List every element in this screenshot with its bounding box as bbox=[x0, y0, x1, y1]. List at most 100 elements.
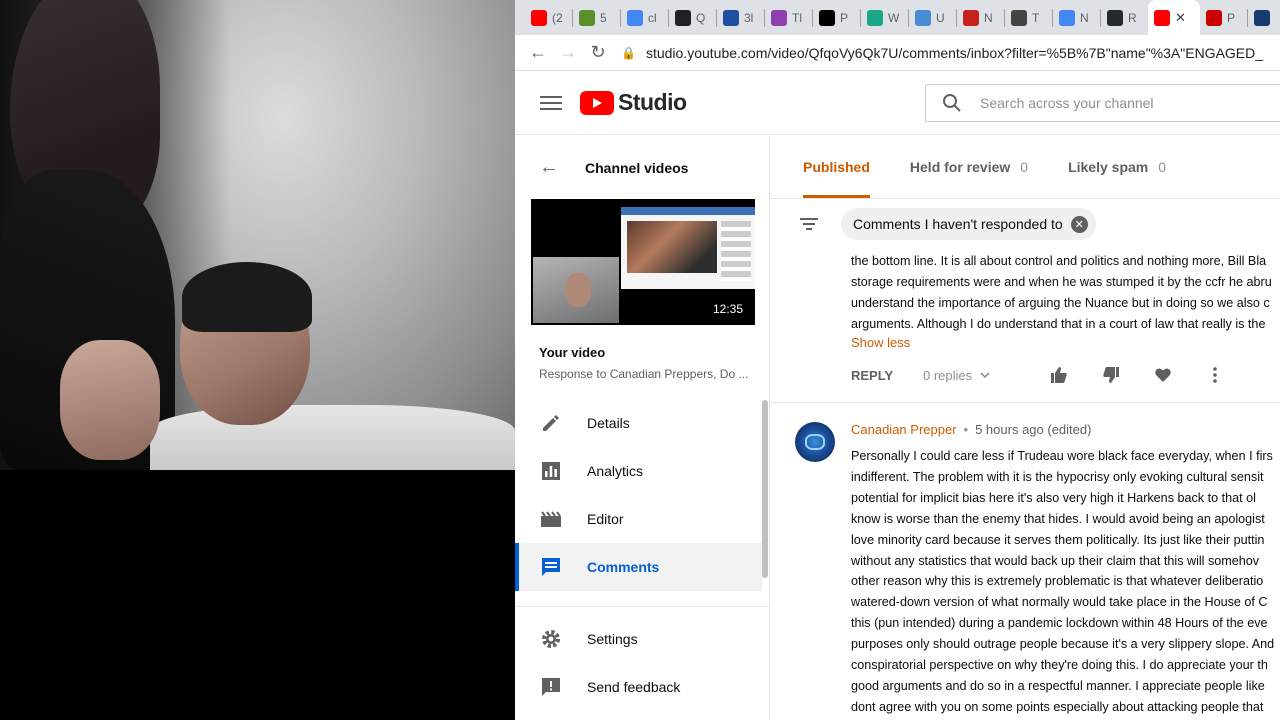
webcam-hand bbox=[60, 340, 160, 460]
sidebar-item-settings[interactable]: Settings bbox=[515, 615, 762, 663]
browser-window: (2 5 cl Q 3l Tl P W U N T N R ✕ P ← → ↻ 🔒 studio.youtu… bbox=[515, 0, 1280, 720]
browser-tab[interactable]: N bbox=[1053, 0, 1100, 35]
sidebar-item-analytics[interactable]: Analytics bbox=[515, 447, 762, 495]
browser-tab[interactable]: T bbox=[1005, 0, 1052, 35]
thumbs-down-icon[interactable] bbox=[1085, 366, 1137, 384]
image-icon bbox=[915, 9, 931, 26]
filter-chip[interactable]: Comments I haven't responded to ✕ bbox=[841, 208, 1096, 240]
browser-tab[interactable]: R bbox=[1101, 0, 1148, 35]
browser-tab[interactable]: ✕ bbox=[1148, 0, 1200, 35]
sidebar-item-label: Editor bbox=[587, 511, 624, 527]
sidebar-divider bbox=[515, 606, 770, 607]
browser-tab-label: T bbox=[1032, 10, 1040, 25]
browser-tab[interactable]: N bbox=[957, 0, 1004, 35]
browser-tab[interactable]: 3l bbox=[717, 0, 764, 35]
channel-videos-back[interactable]: ← Channel videos bbox=[539, 156, 688, 179]
browser-tab[interactable]: P bbox=[1200, 0, 1247, 35]
browser-tab[interactable]: Q bbox=[669, 0, 716, 35]
browser-tab[interactable]: 5 bbox=[573, 0, 620, 35]
search-placeholder: Search across your channel bbox=[980, 95, 1154, 111]
thumbnail-webcam bbox=[533, 257, 619, 323]
filter-icon[interactable] bbox=[799, 218, 819, 230]
heart-icon[interactable] bbox=[1137, 366, 1189, 384]
reply-button[interactable]: REPLY bbox=[851, 368, 923, 383]
sidebar-item-editor[interactable]: Editor bbox=[515, 495, 762, 543]
close-icon[interactable]: ✕ bbox=[1070, 215, 1088, 233]
search-input[interactable]: Search across your channel bbox=[925, 84, 1280, 122]
hamburger-menu-icon[interactable] bbox=[540, 95, 562, 110]
comment-text-line: this (pun intended) during a pandemic lo… bbox=[851, 616, 1268, 631]
video-thumbnail[interactable]: 12:35 bbox=[531, 199, 755, 325]
sidebar-item-comments[interactable]: Comments bbox=[515, 543, 762, 591]
browser-tab[interactable]: cl bbox=[621, 0, 668, 35]
google-icon bbox=[1059, 9, 1075, 26]
replies-dropdown[interactable]: 0 replies bbox=[923, 368, 1033, 383]
forward-arrow-icon[interactable]: → bbox=[553, 42, 583, 63]
browser-tab[interactable]: (2 bbox=[525, 0, 572, 35]
video-title: Response to Canadian Preppers, Do ... bbox=[539, 367, 749, 381]
reload-icon[interactable]: ↻ bbox=[583, 42, 613, 63]
avatar[interactable] bbox=[795, 422, 835, 462]
medium-icon bbox=[819, 9, 835, 26]
browser-tab-label: W bbox=[888, 10, 900, 25]
url-text: studio.youtube.com/video/QfqoVy6Qk7U/com… bbox=[645, 44, 1264, 61]
comment-author[interactable]: Canadian Prepper bbox=[851, 422, 957, 437]
sidebar-item-details[interactable]: Details bbox=[515, 399, 762, 447]
comment-divider bbox=[771, 402, 1280, 403]
gmail-icon bbox=[963, 9, 979, 26]
tab-count: 0 bbox=[1158, 159, 1167, 175]
studio-logo[interactable]: Studio bbox=[580, 89, 687, 116]
teal-icon bbox=[867, 9, 883, 26]
browser-tab[interactable]: Tl bbox=[765, 0, 812, 35]
replies-count: 0 replies bbox=[923, 367, 973, 383]
more-options-icon[interactable] bbox=[1189, 366, 1241, 384]
browser-tab[interactable]: U bbox=[909, 0, 956, 35]
comment-text-line: conspiratorial perspective on why they'r… bbox=[851, 658, 1268, 672]
browser-tab-label: R bbox=[1128, 10, 1137, 25]
hash-icon bbox=[1011, 9, 1027, 26]
browser-tab[interactable]: W bbox=[861, 0, 908, 35]
browser-tab-label: 5 bbox=[600, 10, 607, 25]
sidebar-item-label: Analytics bbox=[587, 463, 644, 479]
tab-likely-spam[interactable]: Likely spam 0 bbox=[1068, 136, 1166, 198]
channel-videos-label: Channel videos bbox=[585, 159, 689, 176]
browser-tab-label: Tl bbox=[792, 10, 802, 25]
comments-panel: Published Held for review 0 Likely spam … bbox=[771, 136, 1280, 720]
green-circle-icon bbox=[579, 9, 595, 26]
youtube-logo-icon bbox=[580, 90, 614, 115]
back-arrow-icon[interactable]: ← bbox=[523, 42, 553, 63]
youtube-icon bbox=[531, 9, 547, 26]
tab-count: 0 bbox=[1020, 159, 1029, 175]
filter-row: Comments I haven't responded to ✕ bbox=[771, 199, 1280, 249]
tab-label: Held for review bbox=[909, 159, 1011, 175]
url-field[interactable]: 🔒 studio.youtube.com/video/QfqoVy6Qk7U/c… bbox=[621, 45, 1263, 61]
sidebar-scrollbar[interactable] bbox=[762, 400, 768, 578]
sidebar-item-label: Settings bbox=[587, 631, 638, 647]
blue-square-icon bbox=[723, 9, 739, 26]
comment-text-line: dont agree with you on some points espec… bbox=[851, 699, 1264, 714]
meta-separator: • bbox=[963, 422, 969, 437]
browser-tab-label: N bbox=[984, 10, 993, 25]
close-tab-icon[interactable]: ✕ bbox=[1175, 10, 1186, 26]
tab-held-for-review[interactable]: Held for review 0 bbox=[910, 136, 1028, 198]
puzzle-icon bbox=[771, 9, 787, 26]
browser-tab[interactable] bbox=[1248, 0, 1280, 35]
webcam-overlay bbox=[0, 0, 515, 470]
browser-tab-label: cl bbox=[648, 10, 657, 25]
comment-text-line: other reason why this is extremely probl… bbox=[851, 574, 1264, 589]
comment-text-line: potential for implicit bias here it's al… bbox=[851, 490, 1256, 505]
sidebar-item-label: Comments bbox=[587, 559, 660, 575]
thumbnail-screen bbox=[621, 207, 755, 289]
thumbs-up-icon[interactable] bbox=[1033, 366, 1085, 384]
comment-text-line: the bottom line. It is all about control… bbox=[851, 254, 1267, 268]
show-less-link[interactable]: Show less bbox=[851, 335, 910, 350]
tab-label: Likely spam bbox=[1068, 159, 1149, 175]
comment-tabs: Published Held for review 0 Likely spam … bbox=[803, 136, 1166, 198]
feedback-icon bbox=[515, 676, 587, 698]
tab-published[interactable]: Published bbox=[803, 136, 870, 198]
video-duration: 12:35 bbox=[708, 301, 747, 317]
browser-tab[interactable]: P bbox=[813, 0, 860, 35]
comment-text-line: know is worse than the enemy that hides.… bbox=[851, 511, 1265, 526]
studio-header: Studio Search across your channel bbox=[515, 71, 1280, 135]
sidebar-item-send-feedback[interactable]: Send feedback bbox=[515, 663, 762, 711]
